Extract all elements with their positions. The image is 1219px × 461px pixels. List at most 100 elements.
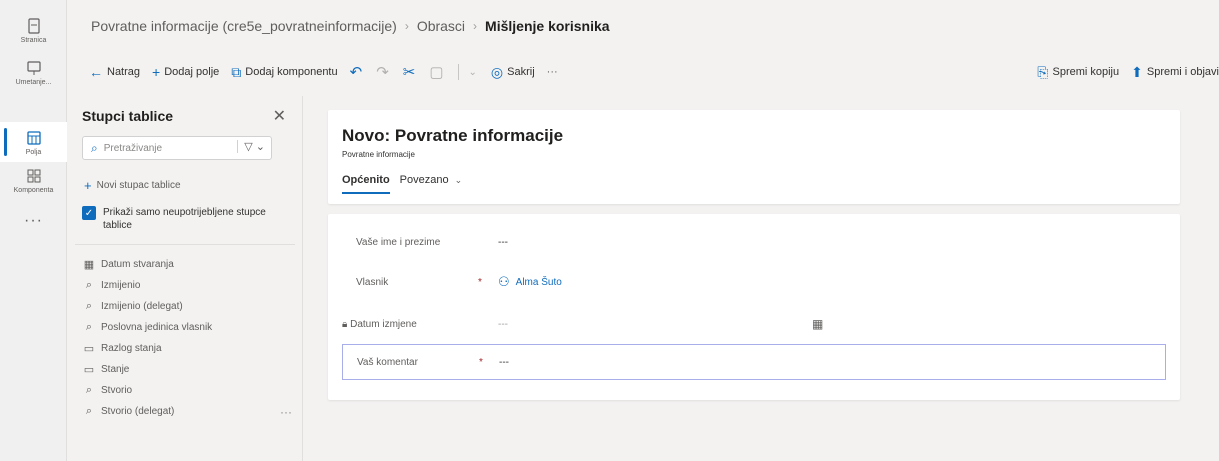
tab-related[interactable]: Povezano ⌄ (400, 174, 463, 194)
new-column-button[interactable]: + Novi stupac tablice (84, 178, 181, 193)
field-list: ▦ Datum stvaranja ⌕ Izmijenio ⌕ Izmijeni… (82, 254, 292, 422)
rail-item-label: Komponenta (13, 186, 54, 194)
breadcrumb: Povratne informacije (cre5e_povratneinfo… (67, 0, 1219, 52)
rail-item-label: Stranica (20, 36, 47, 44)
choice-icon: ▭ (83, 343, 95, 355)
field-label: Razlog stanja (101, 343, 162, 354)
owner-link[interactable]: ⚇ Alma Šuto (498, 274, 562, 290)
breadcrumb-current: Mišljenje korisnika (485, 18, 610, 34)
plus-icon: + (152, 64, 161, 80)
add-field-label: Dodaj polje (164, 66, 220, 78)
add-component-button[interactable]: ⧉ Dodaj komponentu (231, 64, 337, 81)
form-tabs: Općenito Povezano ⌄ (342, 174, 472, 194)
save-copy-label: Spremi kopiju (1052, 66, 1120, 78)
list-item[interactable]: ⌕ Izmijenio (delegat) (82, 296, 292, 317)
lookup-icon: ⌕ (85, 384, 93, 396)
undo-icon[interactable]: ↶ (350, 63, 363, 81)
search-placeholder: Pretraživanje (103, 142, 163, 154)
save-publish-button[interactable]: ⬆ Spremi i objavi (1131, 64, 1219, 81)
page-icon (27, 17, 40, 34)
rail-more-button[interactable]: ··· (0, 212, 67, 230)
field-label: Stvorio (101, 385, 133, 396)
cut-icon[interactable]: ✂ (403, 63, 416, 81)
rail-item-label: Polja (25, 148, 42, 156)
filter-icon[interactable]: ▽ ⌄ (237, 140, 265, 153)
save-actions: ⎘ Spremi kopiju ⬆ Spremi i objavi (1037, 52, 1219, 92)
hide-button[interactable]: ◎ Sakrij (491, 64, 535, 81)
form-section[interactable]: Vaše ime i prezime --- Vlasnik * ⚇ Alma … (328, 214, 1180, 400)
rail-item-fields[interactable]: Polja (0, 122, 67, 162)
chevron-down-icon: ⌄ (454, 175, 463, 185)
left-rail: Stranica Umetanje... Polja Komponenta ··… (0, 0, 67, 461)
name-field[interactable]: Vaše ime i prezime --- (328, 224, 1180, 260)
modified-date-field[interactable]: 🔒︎ Datum izmjene --- ▦ (328, 306, 1180, 342)
new-column-label: Novi stupac tablice (96, 180, 181, 191)
person-icon: ⚇ (498, 274, 510, 289)
list-item[interactable]: ▭ Razlog stanja (82, 338, 292, 359)
checkmark-icon: ✓ (82, 206, 96, 220)
form-header[interactable]: Novo: Povratne informacije Povratne info… (328, 110, 1180, 204)
components-icon (27, 169, 40, 182)
owner-name: Alma Šuto (515, 276, 562, 288)
choice-icon: ▭ (83, 364, 95, 376)
calendar-icon[interactable]: ▦ (812, 317, 823, 331)
field-label: Izmijenio (delegat) (101, 301, 183, 312)
comment-field[interactable]: Vaš komentar * --- (342, 344, 1166, 380)
back-button[interactable]: ← Natrag (89, 64, 140, 80)
list-item[interactable]: ⌕ Poslovna jedinica vlasnik (82, 317, 292, 338)
add-field-button[interactable]: + Dodaj polje (152, 64, 219, 80)
field-label: Vaše ime i prezime (356, 236, 441, 248)
insert-icon (26, 60, 41, 75)
eye-off-icon: ◎ (490, 63, 504, 80)
more-commands-button[interactable]: ··· (547, 66, 558, 78)
paste-icon[interactable]: ▢ (429, 63, 443, 81)
search-input[interactable]: ⌕ Pretraživanje ▽ ⌄ (82, 136, 272, 160)
required-marker: * (479, 356, 483, 368)
show-unused-checkbox[interactable]: ✓ Prikaži samo neupotrijebljene stupce t… (82, 206, 282, 232)
field-label: Vlasnik (356, 276, 389, 288)
close-icon[interactable]: ✕ (273, 106, 286, 126)
tab-general[interactable]: Općenito (342, 174, 390, 194)
field-value: --- (499, 356, 509, 368)
chevron-right-icon: › (473, 19, 478, 33)
field-label: 🔒︎ Datum izmjene (342, 319, 417, 330)
save-publish-label: Spremi i objavi (1146, 66, 1219, 78)
rail-item-page[interactable]: Stranica (0, 10, 67, 50)
owner-field[interactable]: Vlasnik * ⚇ Alma Šuto (328, 264, 1180, 300)
list-item[interactable]: ⌕ Stvorio (82, 380, 292, 401)
save-copy-button[interactable]: ⎘ Spremi kopiju (1037, 64, 1119, 81)
list-item[interactable]: ▭ Stanje (82, 359, 292, 380)
arrow-left-icon: ← (89, 64, 103, 80)
tab-label: Općenito (342, 174, 390, 186)
fields-icon (26, 130, 41, 145)
chevron-right-icon: › (404, 19, 409, 33)
field-label: Izmijenio (101, 280, 141, 291)
save-copy-icon: ⎘ (1037, 63, 1049, 80)
field-value: --- (498, 236, 508, 248)
form-canvas: Novo: Povratne informacije Povratne info… (304, 96, 1219, 461)
panel-title: Stupci tablice (82, 108, 174, 124)
list-item[interactable]: ▦ Datum stvaranja (82, 254, 292, 275)
component-add-icon: ⧉ (231, 63, 242, 80)
more-options-icon[interactable]: ··· (280, 405, 292, 419)
list-item[interactable]: ⌕ Stvorio (delegat) ··· (82, 401, 292, 422)
breadcrumb-table[interactable]: Povratne informacije (cre5e_povratneinfo… (91, 18, 397, 34)
calendar-icon: ▦ (83, 259, 95, 271)
form-title: Novo: Povratne informacije (342, 126, 564, 145)
command-bar: ← Natrag + Dodaj polje ⧉ Dodaj komponent… (67, 52, 1219, 92)
redo-icon[interactable]: ↷ (376, 63, 389, 81)
lock-icon: 🔒︎ (342, 318, 348, 330)
field-label: Vaš komentar (357, 356, 418, 368)
breadcrumb-forms[interactable]: Obrasci (417, 18, 465, 34)
show-unused-label: Prikaži samo neupotrijebljene stupce tab… (103, 207, 266, 231)
list-item[interactable]: ⌕ Izmijenio (82, 275, 292, 296)
back-label: Natrag (107, 66, 141, 78)
chevron-down-icon[interactable]: ⌄ (469, 67, 477, 78)
rail-item-insert[interactable]: Umetanje... (0, 52, 67, 92)
rail-item-label: Umetanje... (15, 78, 52, 86)
publish-icon: ⬆ (1131, 63, 1143, 80)
rail-item-components[interactable]: Komponenta (0, 160, 67, 200)
form-subtitle: Povratne informacije (342, 150, 415, 159)
lookup-icon: ⌕ (85, 279, 93, 291)
field-label: Stvorio (delegat) (101, 406, 175, 417)
